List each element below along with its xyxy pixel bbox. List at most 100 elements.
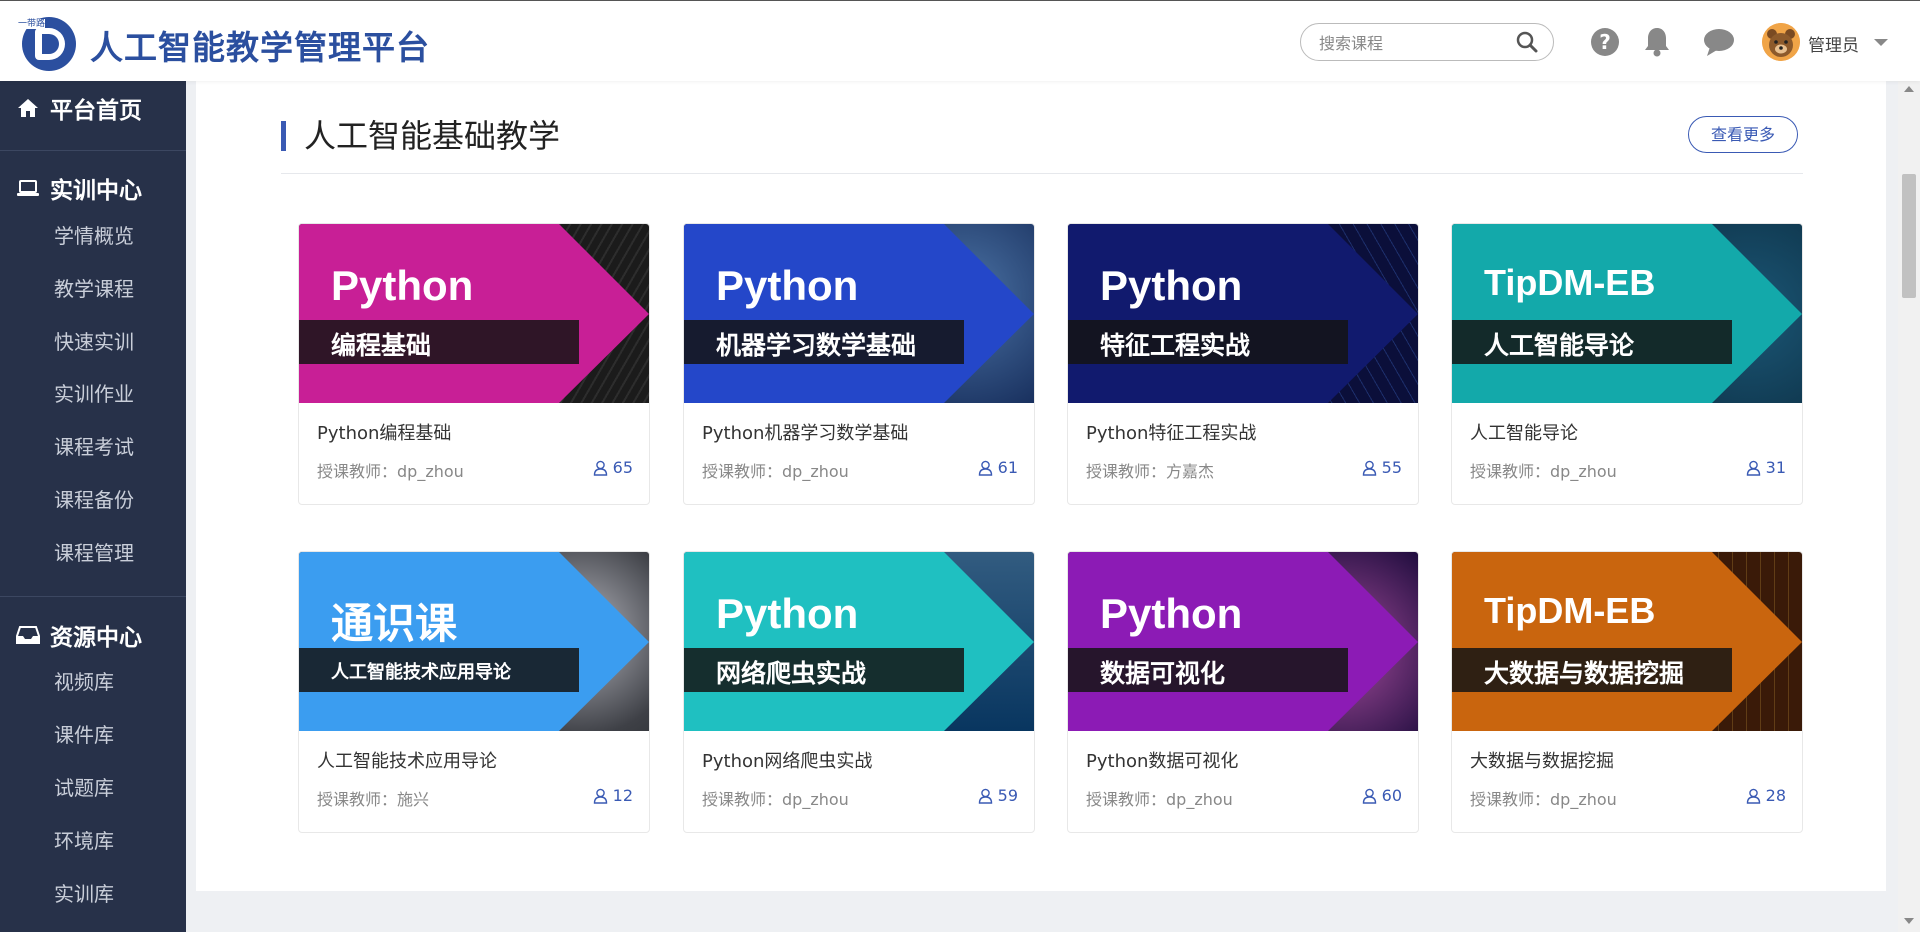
- platform-title[interactable]: 人工智能教学管理平台: [90, 21, 430, 69]
- sidebar-item-training-homework[interactable]: 实训作业: [54, 379, 134, 409]
- sidebar-item-course-exam[interactable]: 课程考试: [54, 432, 134, 462]
- sidebar-item-course-backup[interactable]: 课程备份: [54, 485, 134, 515]
- scrollbar-thumb[interactable]: [1902, 174, 1916, 298]
- course-title[interactable]: Python特征工程实战: [1086, 419, 1256, 445]
- course-card[interactable]: Python 网络爬虫实战 Python网络爬虫实战授课教师：dp_zhou 59: [683, 551, 1035, 833]
- sidebar-item-courseware-library[interactable]: 课件库: [54, 720, 114, 750]
- sidebar-item-home[interactable]: 平台首页: [0, 81, 186, 135]
- section-title: 人工智能基础教学: [304, 117, 561, 155]
- sidebar-item-question-bank[interactable]: 试题库: [54, 773, 114, 803]
- user-icon: [593, 460, 607, 476]
- course-student-count: 59: [978, 786, 1018, 805]
- course-cover[interactable]: Python 机器学习数学基础: [684, 224, 1034, 403]
- course-teacher: 授课教师：dp_zhou: [1470, 790, 1617, 809]
- course-cover[interactable]: TipDM-EB 大数据与数据挖掘: [1452, 552, 1802, 731]
- course-card[interactable]: Python 数据可视化 Python数据可视化 授课教师：dp_zhou 60: [1067, 551, 1419, 833]
- sidebar-divider: [0, 150, 186, 151]
- chat-icon[interactable]: [1702, 25, 1736, 59]
- cover-chevron: [1452, 552, 1802, 731]
- student-count-value: 65: [612, 458, 633, 477]
- user-icon: [978, 460, 992, 476]
- course-card[interactable]: TipDM-EB 人工智能导论 人工智能导论 授课教师：dp_zhou 31: [1451, 223, 1803, 505]
- sidebar-item-training-library[interactable]: 实训库: [54, 879, 114, 909]
- cover-title: Python: [716, 590, 859, 637]
- inbox-icon: [16, 626, 40, 644]
- course-title[interactable]: 大数据与数据挖掘: [1470, 747, 1614, 773]
- sidebar-divider: [0, 596, 186, 597]
- cover-subtitle: 大数据与数据挖掘: [1484, 659, 1685, 688]
- cover-subtitle: 人工智能技术应用导论: [331, 662, 511, 683]
- search-box: [1300, 23, 1554, 61]
- sidebar-item-quick-training[interactable]: 快速实训: [54, 327, 134, 357]
- scroll-up-icon[interactable]: [1904, 86, 1914, 92]
- course-cover[interactable]: Python 特征工程实战: [1068, 224, 1418, 403]
- cover-subtitle: 数据可视化: [1100, 659, 1226, 688]
- student-count-value: 61: [997, 458, 1018, 477]
- search-icon[interactable]: [1515, 30, 1539, 54]
- laptop-icon: [17, 180, 39, 196]
- course-card[interactable]: Python 特征工程实战 Python特征工程实战 授课教师：方嘉杰 55: [1067, 223, 1419, 505]
- course-title[interactable]: Python编程基础: [317, 419, 451, 445]
- cover-chevron: [684, 552, 1034, 731]
- sidebar-item-learning-overview[interactable]: 学情概览: [54, 221, 134, 251]
- avatar[interactable]: [1762, 23, 1800, 61]
- course-card[interactable]: Python 机器学习数学基础 Python机器学习数学基础授课教师：dp_zhou…: [683, 223, 1035, 505]
- student-count-value: 55: [1381, 458, 1402, 477]
- course-cover[interactable]: Python 网络爬虫实战: [684, 552, 1034, 731]
- course-title[interactable]: 人工智能技术应用导论: [317, 747, 497, 773]
- sidebar-resources-label: 资源中心: [50, 625, 142, 651]
- sidebar-home-label: 平台首页: [50, 98, 142, 124]
- platform-logo[interactable]: 一带路: [18, 17, 76, 71]
- student-count-value: 59: [997, 786, 1018, 805]
- cover-title: 通识课: [331, 600, 458, 647]
- section-divider: [281, 173, 1803, 174]
- sidebar-item-course-management[interactable]: 课程管理: [54, 538, 134, 568]
- svg-text:?: ?: [1599, 30, 1611, 54]
- course-cover[interactable]: 通识课人工智能技术应用导论: [299, 552, 649, 731]
- course-card[interactable]: Python 编程基础 Python编程基础授课教师：dp_zhou 65: [298, 223, 650, 505]
- home-icon: [18, 99, 38, 117]
- user-icon: [593, 788, 607, 804]
- sidebar-item-environment-library[interactable]: 环境库: [54, 826, 114, 856]
- course-title[interactable]: 人工智能导论: [1470, 419, 1578, 445]
- user-icon: [1746, 460, 1760, 476]
- search-input[interactable]: [1319, 31, 1509, 55]
- course-teacher: 授课教师：dp_zhou: [702, 790, 849, 809]
- cover-title: TipDM-EB: [1484, 262, 1656, 303]
- bell-icon[interactable]: [1640, 25, 1674, 59]
- course-teacher: 授课教师：dp_zhou: [702, 462, 849, 481]
- course-title[interactable]: Python数据可视化: [1086, 747, 1238, 773]
- sidebar-group-resources[interactable]: 资源中心: [0, 608, 186, 662]
- course-cover[interactable]: Python 编程基础: [299, 224, 649, 403]
- view-more-button[interactable]: 查看更多: [1688, 116, 1798, 153]
- sidebar-group-training[interactable]: 实训中心: [0, 161, 186, 215]
- course-teacher: 授课教师：dp_zhou: [317, 462, 464, 481]
- course-card[interactable]: TipDM-EB 大数据与数据挖掘 大数据与数据挖掘 授课教师：dp_zhou 28: [1451, 551, 1803, 833]
- caret-down-icon[interactable]: [1874, 39, 1888, 46]
- cover-subtitle: 特征工程实战: [1100, 331, 1251, 360]
- cover-title: Python: [1100, 590, 1243, 637]
- cover-chevron: [1068, 552, 1418, 731]
- sidebar-item-video-library[interactable]: 视频库: [54, 667, 114, 697]
- help-icon[interactable]: ?: [1588, 25, 1622, 59]
- student-count-value: 12: [612, 786, 633, 805]
- course-title[interactable]: Python网络爬虫实战: [702, 747, 872, 773]
- student-count-value: 60: [1381, 786, 1402, 805]
- cover-subtitle: 编程基础: [331, 331, 432, 360]
- sidebar-item-teaching-courses[interactable]: 教学课程: [54, 274, 134, 304]
- course-card[interactable]: 通识课 人工智能技术应用导论 人工智能技术应用导论 授课教师：施兴 12: [298, 551, 650, 833]
- user-name[interactable]: 管理员: [1808, 31, 1859, 56]
- cover-title: Python: [1100, 262, 1243, 309]
- course-student-count: 12: [593, 786, 633, 805]
- sidebar: 平台首页 实训中心 学情概览 教学课程 快速实训 实训作业 课程考试 课程备份 …: [0, 81, 186, 932]
- course-title[interactable]: Python机器学习数学基础: [702, 419, 908, 445]
- scroll-down-icon[interactable]: [1904, 918, 1914, 924]
- user-icon: [1362, 460, 1376, 476]
- course-teacher: 授课教师：dp_zhou: [1086, 790, 1233, 809]
- section-accent-bar: [281, 121, 286, 151]
- course-cover[interactable]: TipDM-EB 人工智能导论: [1452, 224, 1802, 403]
- student-count-value: 28: [1765, 786, 1786, 805]
- user-icon: [1362, 788, 1376, 804]
- course-cover[interactable]: Python 数据可视化: [1068, 552, 1418, 731]
- cover-subtitle: 人工智能导论: [1484, 331, 1635, 360]
